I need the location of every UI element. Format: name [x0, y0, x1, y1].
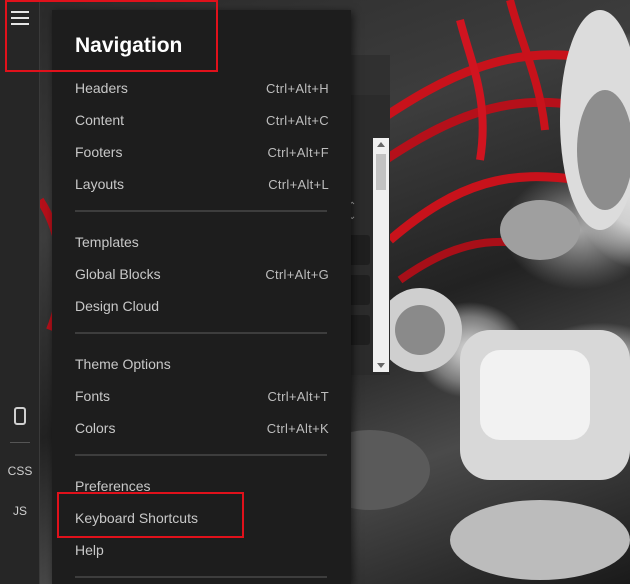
- menu-item-preferences[interactable]: Preferences: [75, 475, 329, 497]
- editor-field[interactable]: [348, 235, 370, 265]
- scroll-down-arrow-icon[interactable]: [377, 363, 385, 368]
- menu-item-shortcut: Ctrl+Alt+H: [266, 80, 329, 96]
- menu-divider: [75, 454, 327, 456]
- menu-divider: [75, 576, 327, 578]
- menu-divider: [75, 332, 327, 334]
- menu-item-content[interactable]: Content Ctrl+Alt+C: [75, 109, 329, 131]
- editor-field[interactable]: [348, 315, 370, 345]
- js-button[interactable]: JS: [0, 504, 40, 518]
- left-toolbar: CSS JS: [0, 0, 40, 584]
- menu-item-global-blocks[interactable]: Global Blocks Ctrl+Alt+G: [75, 263, 329, 285]
- menu-item-label: Colors: [75, 420, 116, 436]
- menu-item-layouts[interactable]: Layouts Ctrl+Alt+L: [75, 173, 329, 195]
- menu-item-label: Preferences: [75, 478, 151, 494]
- mobile-device-icon[interactable]: [12, 406, 28, 426]
- navigation-menu: Navigation Headers Ctrl+Alt+H Content Ct…: [52, 10, 351, 584]
- menu-item-shortcut: Ctrl+Alt+G: [265, 266, 329, 282]
- toolbar-divider: [10, 442, 30, 443]
- menu-item-label: Footers: [75, 144, 123, 160]
- menu-item-label: Fonts: [75, 388, 111, 404]
- editor-field[interactable]: [348, 275, 370, 305]
- hamburger-menu-icon[interactable]: [8, 6, 32, 30]
- menu-item-label: Headers: [75, 80, 128, 96]
- menu-item-colors[interactable]: Colors Ctrl+Alt+K: [75, 417, 329, 439]
- menu-item-label: Design Cloud: [75, 298, 160, 314]
- menu-item-design-cloud[interactable]: Design Cloud: [75, 295, 329, 317]
- navigation-title: Navigation: [75, 34, 183, 57]
- menu-divider: [75, 210, 327, 212]
- scroll-up-arrow-icon[interactable]: [377, 142, 385, 147]
- menu-item-label: Theme Options: [75, 356, 171, 372]
- editor-scrollbar[interactable]: [373, 138, 389, 372]
- menu-item-label: Content: [75, 112, 125, 128]
- menu-item-label: Keyboard Shortcuts: [75, 510, 198, 526]
- menu-item-label: Help: [75, 542, 104, 558]
- menu-item-headers[interactable]: Headers Ctrl+Alt+H: [75, 77, 329, 99]
- menu-item-help[interactable]: Help: [75, 539, 329, 561]
- menu-item-shortcut: Ctrl+Alt+K: [266, 420, 329, 436]
- menu-item-theme-options[interactable]: Theme Options: [75, 353, 329, 375]
- menu-item-footers[interactable]: Footers Ctrl+Alt+F: [75, 141, 329, 163]
- menu-item-fonts[interactable]: Fonts Ctrl+Alt+T: [75, 385, 329, 407]
- menu-item-shortcut: Ctrl+Alt+C: [266, 112, 329, 128]
- menu-item-shortcut: Ctrl+Alt+L: [268, 176, 329, 192]
- menu-item-shortcut: Ctrl+Alt+F: [267, 144, 329, 160]
- menu-item-label: Layouts: [75, 176, 125, 192]
- scrollbar-thumb[interactable]: [376, 154, 386, 190]
- css-button[interactable]: CSS: [0, 464, 40, 478]
- menu-item-label: Templates: [75, 234, 139, 250]
- menu-item-label: Global Blocks: [75, 266, 161, 282]
- menu-item-keyboard-shortcuts[interactable]: Keyboard Shortcuts: [75, 507, 329, 529]
- menu-item-templates[interactable]: Templates: [75, 231, 329, 253]
- menu-item-shortcut: Ctrl+Alt+T: [267, 388, 329, 404]
